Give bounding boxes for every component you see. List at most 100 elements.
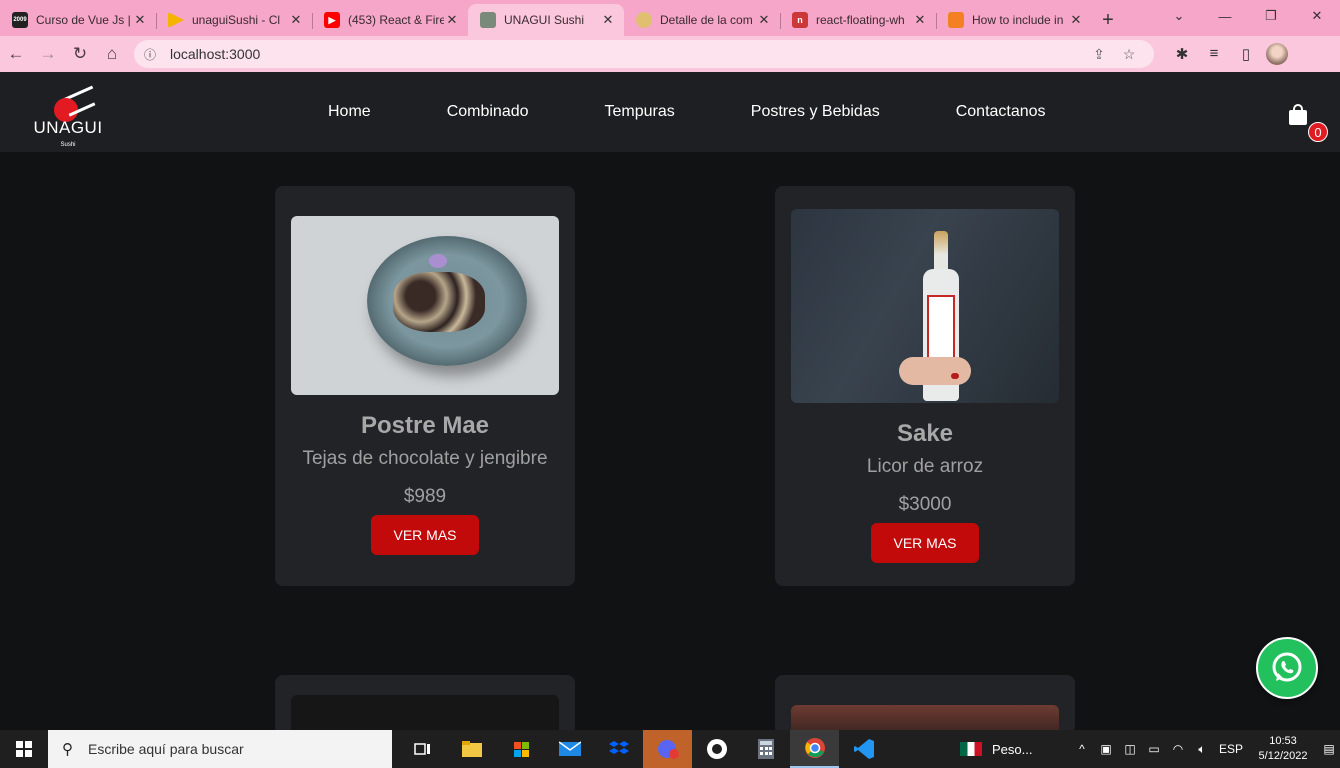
taskbar-search-input[interactable]: ⚲ Escribe aquí para buscar: [48, 730, 392, 768]
dropbox-icon[interactable]: [594, 730, 643, 768]
meet-now-icon[interactable]: ▣: [1094, 742, 1118, 756]
tab-title: react-floating-wh: [816, 13, 905, 27]
github-icon[interactable]: [692, 730, 741, 768]
stackoverflow-icon: [948, 12, 964, 28]
bookmark-star-icon[interactable]: ☆: [1114, 46, 1144, 63]
back-icon[interactable]: ←: [0, 38, 32, 70]
close-tab-icon[interactable]: ✕: [132, 12, 148, 28]
clock-date: 5/12/2022: [1258, 750, 1308, 762]
side-panel-icon[interactable]: ▯: [1230, 45, 1262, 63]
discord-icon[interactable]: [643, 730, 692, 768]
task-view-icon[interactable]: [398, 730, 447, 768]
search-icon: ⚲: [62, 741, 73, 758]
chrome-icon[interactable]: [790, 730, 839, 768]
whatsapp-icon: [1272, 652, 1302, 682]
browser-tab[interactable]: n react-floating-wh ✕: [780, 4, 936, 36]
extensions-icon[interactable]: ✱: [1166, 45, 1198, 63]
npm-icon: n: [792, 12, 808, 28]
language-indicator[interactable]: ESP: [1214, 742, 1248, 756]
ver-mas-button[interactable]: VER MAS: [371, 515, 479, 555]
address-bar[interactable]: ⓘ localhost:3000 ⇪ ☆: [134, 40, 1154, 68]
close-tab-icon[interactable]: ✕: [1068, 12, 1084, 28]
tab-favicon: [168, 12, 184, 28]
whatsapp-button[interactable]: [1256, 637, 1318, 699]
tab-search-icon[interactable]: ⌄: [1156, 0, 1202, 32]
product-price: $3000: [898, 494, 952, 515]
browser-tab[interactable]: 2009 Curso de Vue Js | ✕: [0, 4, 156, 36]
volume-icon[interactable]: 🔈︎: [1190, 742, 1214, 757]
tab-favicon: [480, 12, 496, 28]
weather-widget[interactable]: Peso...: [960, 742, 1032, 757]
forward-icon[interactable]: →: [32, 38, 64, 70]
clock-time: 10:53: [1269, 735, 1297, 747]
nav-combinado[interactable]: Combinado: [409, 103, 567, 121]
notifications-icon[interactable]: ▤: [1318, 742, 1340, 756]
mexico-flag-icon: [960, 742, 982, 756]
product-image: [291, 695, 559, 735]
product-name: Postre Mae: [360, 412, 490, 439]
restore-button[interactable]: ❐: [1248, 0, 1294, 32]
logo-name: UNAGUI: [33, 118, 103, 137]
product-image: [291, 216, 559, 395]
share-icon[interactable]: ⇪: [1084, 46, 1114, 63]
clock[interactable]: 10:53 5/12/2022: [1248, 734, 1318, 764]
reading-list-icon[interactable]: ≡: [1198, 45, 1230, 63]
product-card: [275, 675, 575, 735]
browser-tab[interactable]: ▶ (453) React & Fire ✕: [312, 4, 468, 36]
close-window-button[interactable]: ✕: [1294, 0, 1340, 32]
tab-title: Detalle de la com: [660, 13, 753, 27]
new-tab-button[interactable]: +: [1092, 4, 1124, 36]
main-nav: Home Combinado Tempuras Postres y Bebida…: [290, 72, 1084, 152]
close-tab-icon[interactable]: ✕: [600, 12, 616, 28]
browser-toolbar: ← → ↻ ⌂ ⓘ localhost:3000 ⇪ ☆ ✱ ≡ ▯: [0, 36, 1340, 72]
windows-start-icon[interactable]: [0, 730, 48, 768]
ver-mas-button[interactable]: VER MAS: [871, 523, 979, 563]
search-placeholder: Escribe aquí para buscar: [88, 741, 244, 757]
shopping-bag-icon[interactable]: [1286, 102, 1310, 128]
product-card: [775, 675, 1075, 735]
tab-title: unaguiSushi - Cl: [192, 13, 281, 27]
youtube-icon: ▶: [324, 12, 340, 28]
wifi-icon[interactable]: ◠: [1166, 742, 1190, 756]
close-tab-icon[interactable]: ✕: [912, 12, 928, 28]
logo-subtitle: Sushi: [60, 142, 76, 148]
product-image: [791, 209, 1059, 403]
url-text: localhost:3000: [170, 46, 261, 62]
browser-tab[interactable]: How to include in ✕: [936, 4, 1092, 36]
tab-favicon: [636, 12, 652, 28]
cart-count-badge: 0: [1308, 122, 1328, 142]
browser-tab-active[interactable]: UNAGUI Sushi ✕: [468, 4, 624, 36]
close-tab-icon[interactable]: ✕: [444, 12, 460, 28]
product-price: $989: [403, 486, 447, 507]
store-icon[interactable]: [496, 730, 545, 768]
close-tab-icon[interactable]: ✕: [756, 12, 772, 28]
file-explorer-icon[interactable]: [447, 730, 496, 768]
browser-tab[interactable]: Detalle de la com ✕: [624, 4, 780, 36]
camera-icon[interactable]: ◫: [1118, 742, 1142, 756]
battery-icon[interactable]: ▭: [1142, 742, 1166, 756]
chevron-up-icon[interactable]: ^: [1070, 742, 1094, 756]
calculator-icon[interactable]: [741, 730, 790, 768]
mail-icon[interactable]: [545, 730, 594, 768]
profile-avatar[interactable]: [1266, 43, 1288, 65]
nav-contactanos[interactable]: Contactanos: [918, 103, 1084, 121]
product-description: Tejas de chocolate y jengibre: [302, 448, 548, 469]
nav-home[interactable]: Home: [290, 103, 409, 121]
close-tab-icon[interactable]: ✕: [288, 12, 304, 28]
window-controls: ⌄ — ❐ ✕: [1156, 0, 1340, 32]
product-name: Sake: [896, 420, 954, 447]
unagui-logo[interactable]: UNAGUI Sushi: [30, 78, 106, 150]
product-card: Postre Mae Tejas de chocolate y jengibre…: [275, 186, 575, 586]
minimize-button[interactable]: —: [1202, 0, 1248, 32]
vscode-icon[interactable]: [839, 730, 888, 768]
browser-tab[interactable]: unaguiSushi - Cl ✕: [156, 4, 312, 36]
windows-taskbar: ⚲ Escribe aquí para buscar Peso... ^ ▣ ◫…: [0, 730, 1340, 768]
tab-title: How to include in: [972, 13, 1064, 27]
taskbar-apps: [398, 730, 888, 768]
info-icon[interactable]: ⓘ: [144, 46, 162, 63]
nav-tempuras[interactable]: Tempuras: [567, 103, 713, 121]
product-card: Sake Licor de arroz $3000 VER MAS: [775, 186, 1075, 586]
home-icon[interactable]: ⌂: [96, 38, 128, 70]
nav-postres-bebidas[interactable]: Postres y Bebidas: [713, 103, 918, 121]
reload-icon[interactable]: ↻: [64, 38, 96, 70]
